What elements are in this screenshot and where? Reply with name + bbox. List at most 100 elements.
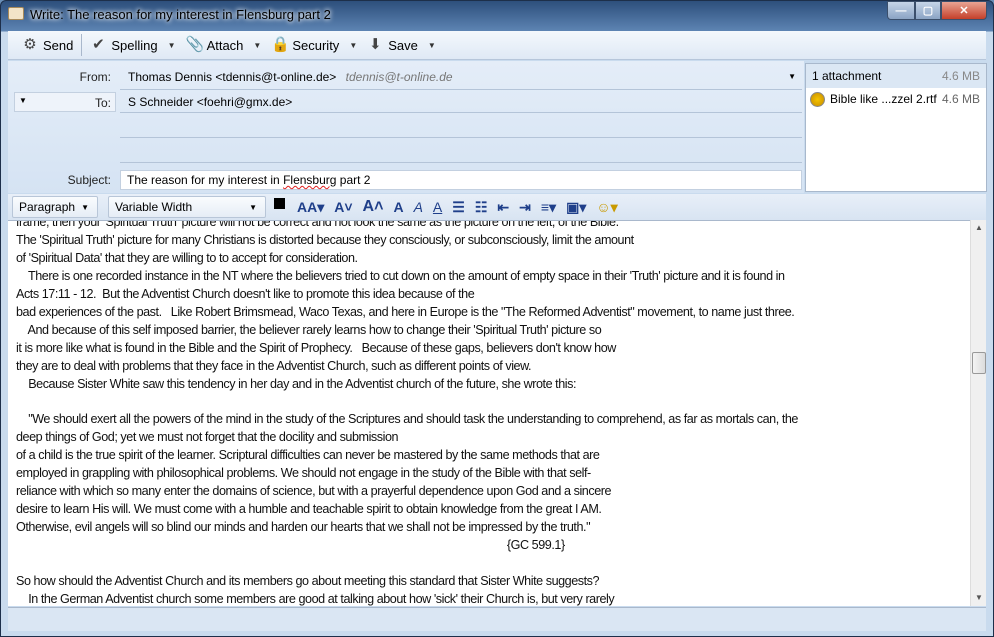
body-line	[16, 394, 798, 412]
security-label: Security	[292, 37, 340, 53]
smiley-icon[interactable]: ☺▾	[593, 199, 620, 216]
body-line: And because of this self imposed barrier…	[16, 322, 602, 337]
chevron-down-icon: ▼	[249, 202, 257, 212]
outdent-icon[interactable]: ⇤	[494, 199, 512, 216]
subject-text-end: part 2	[336, 173, 371, 187]
address-input-empty-1[interactable]	[126, 116, 802, 136]
maximize-button[interactable]: ▢	[915, 1, 941, 20]
attachment-header[interactable]: 1 attachment 4.6 MB	[806, 64, 986, 88]
to-input[interactable]: S Schneider <foehri@gmx.de>	[126, 92, 802, 112]
attachment-item[interactable]: Bible like ...zzel 2.rtf 4.6 MB	[806, 88, 986, 110]
body-line: it is more like what is found in the Bib…	[16, 340, 616, 355]
underline-icon[interactable]: A	[430, 199, 445, 215]
message-body-text: frame, then your 'Spiritual Truth' pictu…	[16, 220, 798, 606]
body-line: Acts 17:11 - 12. But the Adventist Churc…	[16, 286, 475, 301]
lock-icon: 🔒	[271, 36, 291, 53]
from-select[interactable]: Thomas Dennis <tdennis@t-online.de> tden…	[126, 67, 802, 87]
text-color-swatch	[274, 198, 285, 209]
bold-icon[interactable]: A	[390, 199, 406, 215]
scrollbar-thumb[interactable]	[972, 352, 986, 374]
attach-button[interactable]: 📎 Attach	[180, 33, 250, 57]
subject-input[interactable]: The reason for my interest in Flensburg …	[120, 170, 802, 190]
attachment-pane: 1 attachment 4.6 MB Bible like ...zzel 2.…	[805, 63, 987, 192]
body-line	[16, 555, 798, 573]
save-label: Save	[388, 37, 418, 53]
attachment-count: 1 attachment	[812, 69, 882, 83]
main-toolbar: ⚙ Send ✔ Spelling ▼ 📎 Attach ▼ 🔒 Security ▼ …	[8, 31, 986, 60]
divider	[120, 89, 802, 90]
attach-dropdown-icon[interactable]: ▼	[249, 41, 265, 50]
body-line: The 'Spiritual Truth' picture for many C…	[16, 232, 634, 247]
body-line: of 'Spiritual Data' that they are willin…	[16, 250, 358, 265]
attachment-total-size: 4.6 MB	[941, 69, 980, 83]
chevron-down-icon: ▼	[788, 72, 796, 81]
body-line: Because Sister White saw this tendency i…	[16, 376, 577, 391]
text-color-picker[interactable]	[274, 198, 290, 216]
body-line: they are to deal with problems that they…	[16, 358, 532, 373]
send-label: Send	[43, 37, 74, 53]
window-title: Write: The reason for my interest in Fle…	[30, 7, 331, 22]
scroll-up-icon[interactable]: ▲	[971, 220, 987, 236]
from-value: Thomas Dennis <tdennis@t-online.de>	[128, 70, 337, 84]
divider	[120, 112, 802, 113]
indent-icon[interactable]: ⇥	[516, 199, 534, 216]
bullet-list-icon[interactable]: ☰	[449, 199, 468, 216]
to-label: To:	[94, 96, 111, 110]
security-dropdown-icon[interactable]: ▼	[345, 41, 361, 50]
save-button[interactable]: ⬇ Save	[361, 33, 424, 57]
chevron-down-icon: ▼	[81, 202, 89, 212]
body-line: In the German Adventist church some memb…	[16, 592, 615, 606]
decrease-font-size-icon[interactable]: A˅	[331, 199, 355, 215]
spelling-label: Spelling	[111, 37, 158, 53]
title-bar: Write: The reason for my interest in Fle…	[0, 0, 994, 30]
font-size-icon[interactable]: AA▾	[294, 199, 327, 216]
paragraph-format-value: Paragraph	[19, 200, 76, 214]
numbered-list-icon[interactable]: ☷	[472, 199, 491, 216]
paperclip-icon: 📎	[185, 36, 205, 53]
spelling-dropdown-icon[interactable]: ▼	[164, 41, 180, 50]
insert-image-icon[interactable]: ▣▾	[563, 199, 589, 216]
send-button[interactable]: ⚙ Send	[16, 33, 79, 57]
font-value: Variable Width	[115, 200, 193, 214]
divider	[120, 137, 802, 138]
minimize-button[interactable]: —	[887, 1, 915, 20]
italic-icon[interactable]: A	[411, 199, 426, 215]
separator	[81, 34, 83, 56]
body-line: "We should exert all the powers of the m…	[16, 412, 798, 427]
body-line: reliance with which so many enter the do…	[16, 484, 612, 499]
subject-misspelled-word: Flensburg	[283, 173, 337, 187]
body-line: Otherwise, evil angels will so blind our…	[16, 520, 591, 535]
download-arrow-icon: ⬇	[368, 36, 382, 53]
font-select[interactable]: Variable Width ▼	[108, 196, 266, 218]
chevron-down-icon: ▼	[19, 96, 27, 105]
close-button[interactable]: ✕	[941, 1, 987, 20]
from-label: From:	[79, 70, 111, 84]
divider	[120, 162, 802, 163]
scroll-down-icon[interactable]: ▼	[971, 590, 987, 606]
spelling-button[interactable]: ✔ Spelling	[84, 33, 163, 57]
message-body-editor[interactable]: frame, then your 'Spiritual Truth' pictu…	[8, 220, 970, 606]
body-line: frame, then your 'Spiritual Truth' pictu…	[16, 220, 619, 229]
format-toolbar: Paragraph ▼ Variable Width ▼ AA▾ A˅ A˄ A A…	[8, 194, 986, 220]
body-line: employed in grappling with philosophical…	[16, 466, 591, 481]
body-line: desire to learn His will. We must come w…	[16, 502, 602, 517]
compose-envelope-icon	[8, 7, 24, 20]
body-line: There is one recorded instance in the NT…	[16, 268, 785, 283]
body-line: bad experiences of the past. Like Robert…	[16, 304, 795, 319]
increase-font-size-icon[interactable]: A˄	[360, 198, 387, 216]
subject-text: The reason for my interest in	[127, 173, 284, 187]
body-line: {GC 599.1}	[16, 538, 565, 553]
paragraph-format-select[interactable]: Paragraph ▼	[12, 196, 98, 218]
subject-label: Subject:	[67, 173, 111, 187]
align-icon[interactable]: ≡▾	[538, 199, 559, 216]
send-gear-icon: ⚙	[23, 36, 37, 53]
from-hint: tdennis@t-online.de	[345, 70, 453, 84]
body-line: deep things of God; yet we must not forg…	[16, 430, 399, 445]
body-line: of a child is the true spirit of the lea…	[16, 448, 600, 463]
checkmark-icon: ✔	[92, 36, 105, 53]
security-button[interactable]: 🔒 Security	[265, 33, 345, 57]
vertical-scrollbar[interactable]: ▲ ▼	[970, 220, 986, 606]
save-dropdown-icon[interactable]: ▼	[424, 41, 440, 50]
address-input-empty-2[interactable]	[126, 141, 802, 161]
rtf-file-icon	[810, 91, 825, 107]
